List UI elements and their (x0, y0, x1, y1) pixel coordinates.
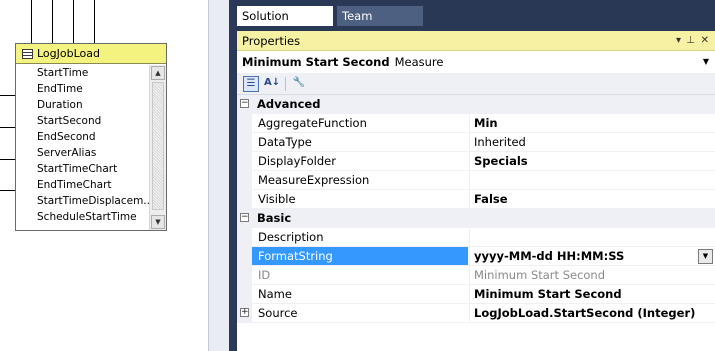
property-row[interactable]: ID Minimum Start Second (237, 266, 715, 285)
property-name: DisplayFolder (252, 152, 468, 171)
tab-team-explorer[interactable]: Team Explorer (337, 6, 423, 43)
properties-window: Properties ▾ ⊥ ✕ Minimum Start Second Mea… (237, 31, 715, 351)
row-gutter (237, 133, 252, 152)
property-name: ID (252, 266, 468, 285)
relationship-line (52, 0, 53, 43)
row-gutter (237, 266, 252, 285)
property-row[interactable]: + Source LogJobLoad.StartSecond (Integer… (237, 304, 715, 323)
property-pages-icon[interactable]: 🔧 (291, 76, 307, 92)
category-basic[interactable]: − Basic (237, 209, 715, 228)
row-gutter (237, 247, 252, 266)
dropdown-arrow-icon[interactable]: ▼ (698, 249, 713, 264)
property-row[interactable]: DataType Inherited (237, 133, 715, 152)
alphabetical-sort-icon[interactable]: A↓ (264, 76, 280, 92)
property-name: Source (252, 304, 468, 323)
relationship-line (73, 0, 74, 43)
table-logjobload[interactable]: LogJobLoad StartTime EndTime Duration St… (15, 43, 167, 231)
property-row[interactable]: AggregateFunction Min (237, 114, 715, 133)
property-value[interactable]: Inherited (469, 133, 715, 152)
property-row[interactable]: MeasureExpression (237, 171, 715, 190)
category-advanced[interactable]: − Advanced (237, 95, 715, 114)
column-item[interactable]: ScheduleStartTime (16, 209, 149, 225)
relationship-line (94, 0, 95, 43)
property-value[interactable]: Specials (469, 152, 715, 171)
property-grid: − Advanced AggregateFunction Min DataTyp… (237, 95, 715, 323)
pin-icon[interactable]: ⊥ (686, 31, 695, 51)
table-name: LogJobLoad (37, 47, 100, 60)
tool-window-area: Solution Explorer Team Explorer Properti… (235, 0, 715, 351)
property-value[interactable] (469, 171, 715, 190)
toolbar-separator (285, 77, 286, 91)
diagram-canvas[interactable]: LogJobLoad StartTime EndTime Duration St… (0, 0, 208, 351)
explorer-tabs: Solution Explorer Team Explorer (235, 0, 715, 43)
object-type: Measure (394, 55, 444, 69)
splitter[interactable] (208, 0, 229, 351)
column-item[interactable]: StartTime (16, 65, 149, 81)
property-value[interactable]: LogJobLoad.StartSecond (Integer) (469, 304, 715, 323)
collapse-icon[interactable]: − (240, 99, 249, 108)
column-item[interactable]: EndTime (16, 81, 149, 97)
property-row[interactable]: Visible False (237, 190, 715, 209)
window-position-dropdown-icon[interactable]: ▾ (676, 31, 681, 51)
property-value[interactable]: Minimum Start Second (469, 285, 715, 304)
column-list: StartTime EndTime Duration StartSecond E… (16, 65, 149, 225)
property-row[interactable]: Description (237, 228, 715, 247)
column-item[interactable]: StartSecond (16, 113, 149, 129)
table-icon (22, 48, 33, 59)
property-value: Minimum Start Second (469, 266, 715, 285)
property-value[interactable]: False (469, 190, 715, 209)
relationship-line (31, 0, 32, 43)
collapse-icon[interactable]: − (240, 213, 249, 222)
property-row[interactable]: DisplayFolder Specials (237, 152, 715, 171)
property-name: MeasureExpression (252, 171, 468, 190)
categorized-icon[interactable]: ☰ (243, 76, 259, 92)
column-item[interactable]: StartTimeDisplacem... (16, 193, 149, 209)
property-name: Name (252, 285, 468, 304)
column-item[interactable]: EndTimeChart (16, 177, 149, 193)
row-gutter (237, 228, 252, 247)
relationship-line (0, 95, 15, 96)
relationship-line (0, 190, 15, 191)
chevron-down-icon[interactable]: ▼ (703, 51, 709, 73)
row-gutter (237, 190, 252, 209)
category-label: Basic (257, 211, 292, 225)
column-item[interactable]: Duration (16, 97, 149, 113)
column-list-scrollbar[interactable]: ▲ ▼ (149, 65, 166, 230)
object-name: Minimum Start Second (242, 55, 390, 69)
row-gutter: + (237, 304, 252, 323)
close-icon[interactable]: ✕ (701, 31, 709, 51)
relationship-line (0, 127, 15, 128)
table-header[interactable]: LogJobLoad (16, 44, 166, 64)
property-value[interactable]: Min (469, 114, 715, 133)
property-name: Visible (252, 190, 468, 209)
column-item[interactable]: ServerAlias (16, 145, 149, 161)
property-row[interactable]: Name Minimum Start Second (237, 285, 715, 304)
property-name: Description (252, 228, 468, 247)
property-name: DataType (252, 133, 468, 152)
property-value[interactable] (469, 228, 715, 247)
row-gutter (237, 171, 252, 190)
property-name: AggregateFunction (252, 114, 468, 133)
tab-solution-explorer[interactable]: Solution Explorer (237, 6, 333, 43)
properties-title-bar: Properties ▾ ⊥ ✕ (237, 31, 715, 51)
category-label: Advanced (257, 97, 321, 111)
scrollbar-thumb[interactable] (152, 82, 164, 210)
property-value-input[interactable]: yyyy-MM-dd HH:MM:SS ▼ (469, 247, 715, 266)
scroll-down-arrow-icon[interactable]: ▼ (151, 215, 165, 229)
property-row-selected[interactable]: FormatString yyyy-MM-dd HH:MM:SS ▼ (237, 247, 715, 266)
expand-icon[interactable]: + (240, 308, 249, 317)
row-gutter (237, 152, 252, 171)
relationship-line (0, 159, 15, 160)
row-gutter (237, 285, 252, 304)
property-name: FormatString (252, 247, 468, 266)
format-string-value[interactable]: yyyy-MM-dd HH:MM:SS (474, 249, 624, 263)
column-item[interactable]: EndSecond (16, 129, 149, 145)
properties-title: Properties (242, 34, 301, 48)
scroll-up-arrow-icon[interactable]: ▲ (151, 66, 165, 80)
column-item[interactable]: StartTimeChart (16, 161, 149, 177)
row-gutter (237, 114, 252, 133)
properties-toolbar: ☰ A↓ 🔧 (237, 73, 715, 95)
object-selector[interactable]: Minimum Start Second Measure ▼ (237, 51, 715, 73)
